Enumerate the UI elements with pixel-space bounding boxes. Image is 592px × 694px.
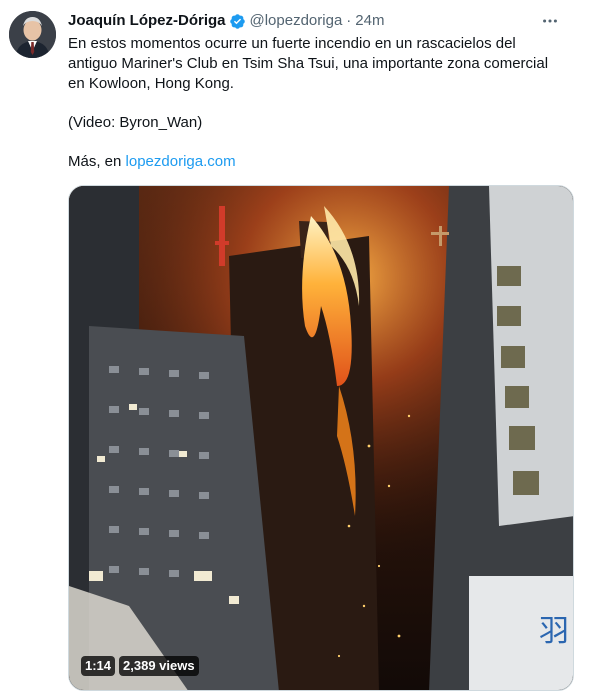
more-info-line: Más, en lopezdoriga.com xyxy=(68,152,573,172)
tweet-text-line: antiguo Mariner's Club en Tsim Sha Tsui,… xyxy=(68,55,549,72)
external-link[interactable]: lopezdoriga.com xyxy=(126,153,236,170)
video-credit: (Video: Byron_Wan) xyxy=(68,114,203,131)
tweet-header: Joaquín López-Dóriga @lopezdoriga · 24m xyxy=(68,11,578,31)
video-badges: 1:14 2,389 views xyxy=(81,656,199,676)
video-view-count: 2,389 views xyxy=(119,656,199,676)
author-name[interactable]: Joaquín López-Dóriga xyxy=(68,11,226,31)
tweet-text: En estos momentos ocurre un fuerte incen… xyxy=(68,34,573,172)
header-separator: · xyxy=(346,12,352,29)
tweet-text-line: en Kowloon, Hong Kong. xyxy=(68,75,234,92)
more-options-icon[interactable] xyxy=(540,11,560,31)
tweet-timestamp[interactable]: 24m xyxy=(355,11,384,31)
verified-badge-icon[interactable] xyxy=(229,13,246,30)
building-sign-text: ⽻ xyxy=(539,614,569,649)
video-duration: 1:14 xyxy=(81,656,116,676)
tweet-text-line: En estos momentos ocurre un fuerte incen… xyxy=(68,35,516,52)
video-player[interactable]: ⽻ 1:14 2,389 views xyxy=(68,185,574,691)
author-handle[interactable]: @lopezdoriga xyxy=(250,11,343,31)
more-info-prefix: Más, en xyxy=(68,153,126,170)
video-thumbnail: ⽻ xyxy=(69,186,573,690)
tweet: Joaquín López-Dóriga @lopezdoriga · 24m … xyxy=(0,0,592,694)
author-avatar[interactable] xyxy=(9,11,56,58)
avatar-portrait-icon xyxy=(9,11,56,58)
